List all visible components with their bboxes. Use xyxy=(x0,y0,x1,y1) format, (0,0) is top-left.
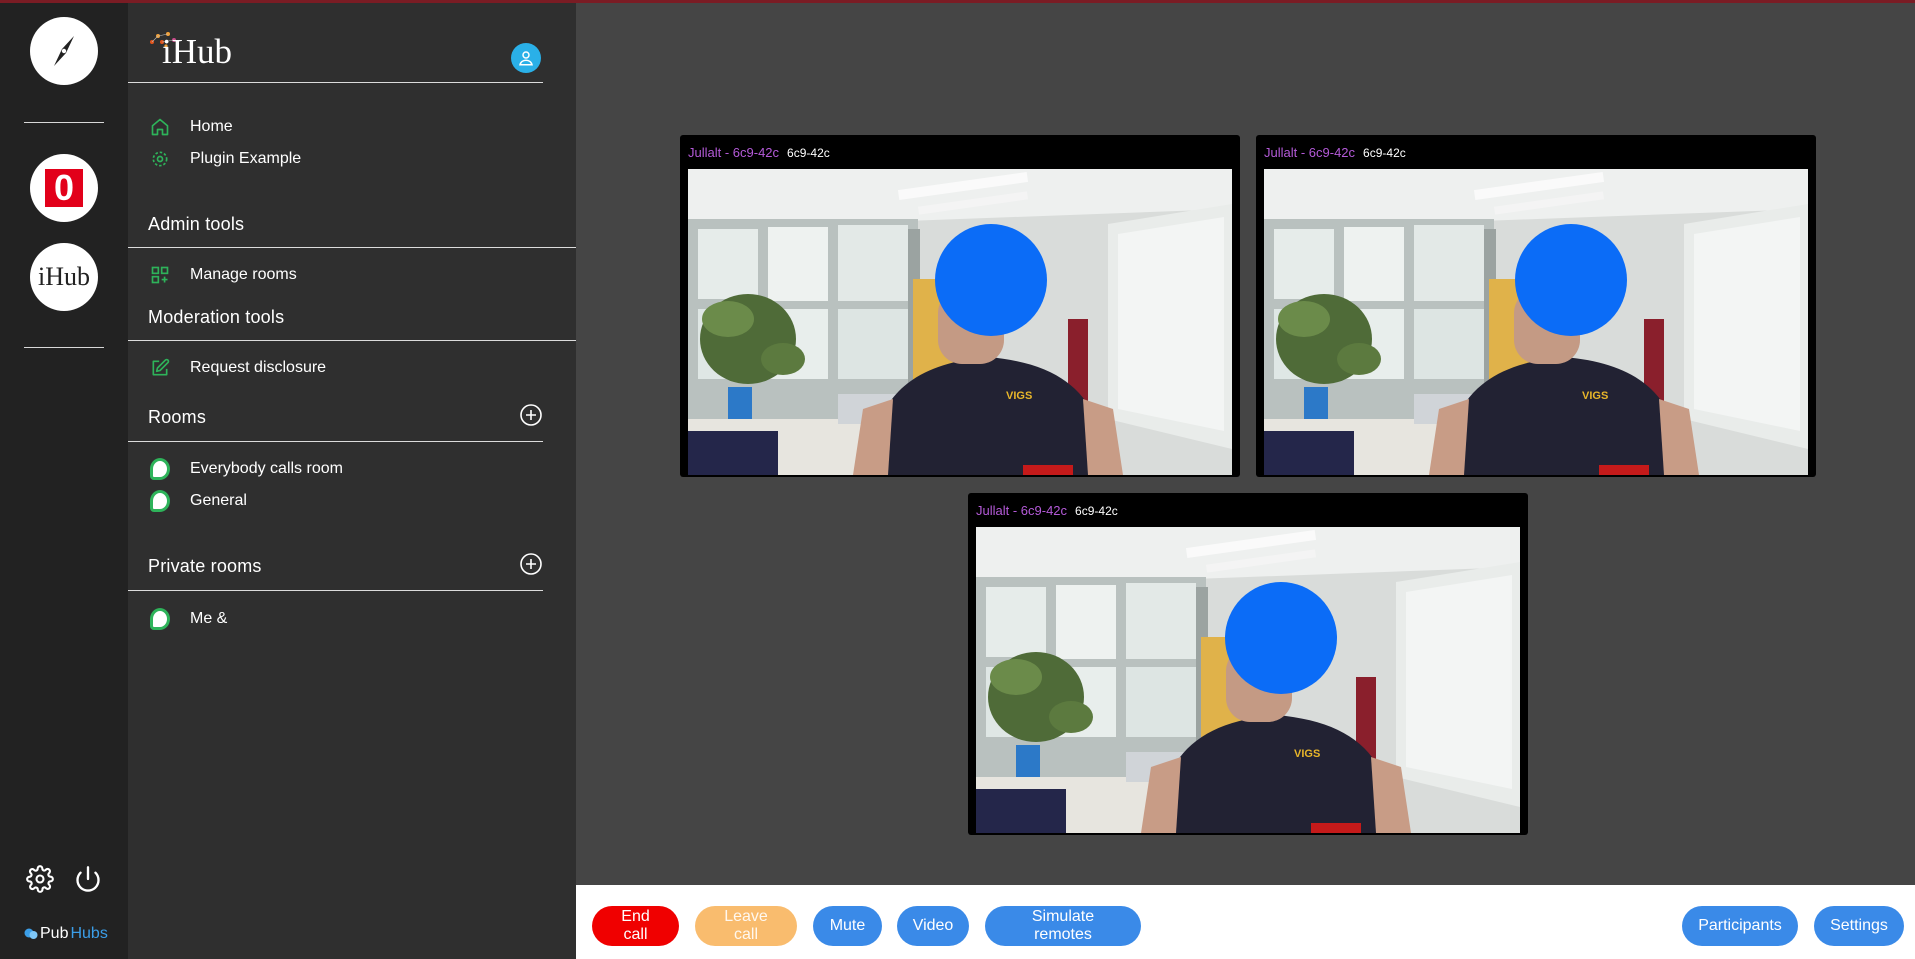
participant-name: Jullalt - 6c9-42c xyxy=(1264,145,1356,160)
face-blur-circle xyxy=(1515,224,1627,336)
compass-icon xyxy=(42,29,86,73)
home-icon xyxy=(150,117,170,137)
nav-item-plugin-example[interactable]: Plugin Example xyxy=(150,147,301,171)
face-blur-circle xyxy=(1225,582,1337,694)
call-controls-bar: End call Leave call Mute Video Simulate … xyxy=(576,885,1915,959)
svg-text:VIGS: VIGS xyxy=(1582,390,1608,402)
participant-video: VIGS xyxy=(688,169,1232,475)
hub-button-ihub[interactable]: iHub xyxy=(30,243,98,311)
chat-bubble-icon xyxy=(150,608,170,630)
logout-power-button[interactable] xyxy=(73,864,103,894)
rail-divider xyxy=(24,122,104,123)
section-title-admin-tools: Admin tools xyxy=(148,214,245,234)
nav-item-home[interactable]: Home xyxy=(150,115,233,139)
section-title-rooms: Rooms xyxy=(148,407,207,427)
section-divider xyxy=(128,340,576,341)
room-item-label: General xyxy=(190,492,247,509)
svg-text:VIGS: VIGS xyxy=(1006,390,1032,402)
gear-icon xyxy=(150,149,170,169)
participant-header: Jullalt - 6c9-42c 6c9-42c xyxy=(976,501,1520,520)
chat-bubble-icon xyxy=(150,490,170,512)
participant-id: 6c9-42c xyxy=(1075,503,1118,518)
call-stage: Jullalt - 6c9-42c 6c9-42c VIGS Jullalt -… xyxy=(576,3,1915,885)
power-icon xyxy=(76,866,100,892)
pubhubs-brand-hubs: Hubs xyxy=(70,925,108,942)
discover-compass-button[interactable] xyxy=(30,17,98,85)
section-title-private-rooms: Private rooms xyxy=(148,556,262,576)
top-accent-line xyxy=(0,0,1915,3)
participant-header: Jullalt - 6c9-42c 6c9-42c xyxy=(688,143,1232,162)
hub-ihub-logo: iHub xyxy=(38,262,90,291)
nav-item-manage-rooms[interactable]: Manage rooms xyxy=(150,263,297,287)
rail-divider xyxy=(24,347,104,348)
hub-badge-logo: 0 xyxy=(45,169,83,207)
edit-icon xyxy=(150,358,170,378)
add-room-plus-icon[interactable] xyxy=(519,403,543,427)
hub-sidebar: iHub Home Plugin Example Admin tools Man… xyxy=(128,0,576,959)
private-room-item-me[interactable]: Me & xyxy=(150,607,227,631)
manage-rooms-icon xyxy=(150,265,170,285)
pubhubs-logo: Pub Hubs xyxy=(24,925,108,943)
participant-id: 6c9-42c xyxy=(787,145,830,160)
user-icon xyxy=(519,51,533,66)
hub-button-red[interactable]: 0 xyxy=(30,154,98,222)
settings-button[interactable]: Settings xyxy=(1814,906,1904,946)
participant-tile[interactable]: Jullalt - 6c9-42c 6c9-42c VIGS xyxy=(968,493,1528,835)
simulate-remotes-button[interactable]: Simulate remotes xyxy=(985,906,1141,946)
participant-name: Jullalt - 6c9-42c xyxy=(688,145,780,160)
pubhubs-brand-pub: Pub xyxy=(40,925,69,942)
end-call-button[interactable]: End call xyxy=(592,906,679,946)
participant-video: VIGS xyxy=(976,527,1520,833)
gear-icon xyxy=(26,865,54,893)
participant-id: 6c9-42c xyxy=(1363,145,1406,160)
nav-item-request-disclosure[interactable]: Request disclosure xyxy=(150,356,326,380)
nav-item-label: Request disclosure xyxy=(190,359,327,376)
user-avatar-button[interactable] xyxy=(511,43,541,73)
participant-header: Jullalt - 6c9-42c 6c9-42c xyxy=(1264,143,1808,162)
face-blur-circle xyxy=(935,224,1047,336)
video-button[interactable]: Video xyxy=(897,906,969,946)
participants-button[interactable]: Participants xyxy=(1682,906,1798,946)
participant-tile[interactable]: Jullalt - 6c9-42c 6c9-42c VIGS xyxy=(680,135,1240,477)
section-divider xyxy=(128,247,576,248)
nav-item-label: Home xyxy=(190,118,233,135)
mute-button[interactable]: Mute xyxy=(813,906,882,946)
nav-item-label: Manage rooms xyxy=(190,266,297,283)
hub-rail: 0 iHub Pub Hubs xyxy=(0,0,128,959)
title-divider xyxy=(128,82,543,83)
svg-text:VIGS: VIGS xyxy=(1294,748,1320,760)
participant-video: VIGS xyxy=(1264,169,1808,475)
settings-gear-button[interactable] xyxy=(25,864,55,894)
nav-item-label: Plugin Example xyxy=(190,150,302,167)
hub-title: iHub xyxy=(162,32,232,71)
add-private-room-plus-icon[interactable] xyxy=(519,552,543,576)
leave-call-button[interactable]: Leave call xyxy=(695,906,797,946)
room-item-general[interactable]: General xyxy=(150,489,247,513)
pubhubs-logo-icon xyxy=(24,928,38,939)
section-divider xyxy=(128,590,543,591)
room-item-label: Everybody calls room xyxy=(190,460,343,477)
chat-bubble-icon xyxy=(150,458,170,480)
participant-tile[interactable]: Jullalt - 6c9-42c 6c9-42c VIGS xyxy=(1256,135,1816,477)
room-item-everybody-calls-room[interactable]: Everybody calls room xyxy=(150,457,343,481)
room-item-label: Me & xyxy=(190,610,228,627)
section-divider xyxy=(128,441,543,442)
section-title-moderation-tools: Moderation tools xyxy=(148,307,285,327)
participant-name: Jullalt - 6c9-42c xyxy=(976,503,1068,518)
